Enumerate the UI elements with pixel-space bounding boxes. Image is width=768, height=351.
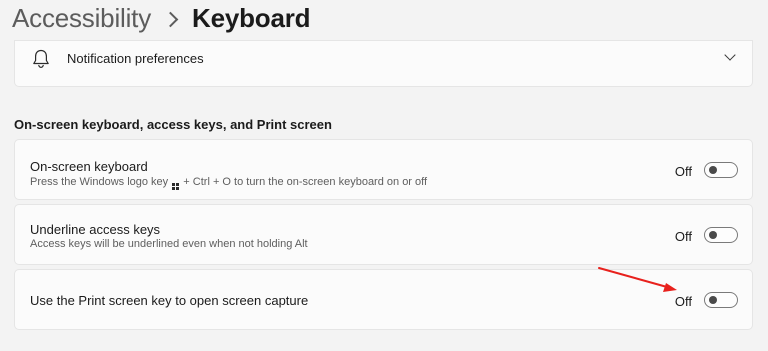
- on-screen-keyboard-toggle[interactable]: [704, 162, 738, 178]
- notification-preferences-card[interactable]: Notification preferences: [14, 40, 753, 87]
- toggle-knob: [709, 166, 717, 174]
- breadcrumb-parent-link[interactable]: Accessibility: [12, 3, 151, 34]
- toggle-state-label: Off: [674, 229, 692, 244]
- chevron-down-icon[interactable]: [724, 49, 736, 61]
- setting-title: On-screen keyboard: [30, 159, 148, 174]
- print-screen-setting[interactable]: Use the Print screen key to open screen …: [14, 269, 753, 330]
- bell-icon: [33, 49, 49, 69]
- setting-description: Press the Windows logo key + Ctrl + O to…: [30, 176, 427, 190]
- chevron-right-icon: [162, 11, 179, 27]
- notification-preferences-label: Notification preferences: [67, 51, 204, 66]
- toggle-knob: [709, 296, 717, 304]
- breadcrumb: Accessibility Keyboard: [12, 0, 311, 36]
- on-screen-keyboard-setting[interactable]: On-screen keyboard Press the Windows log…: [14, 139, 753, 200]
- page-title: Keyboard: [192, 2, 311, 33]
- description-text-after: + Ctrl + O to turn the on-screen keyboar…: [183, 176, 428, 188]
- underline-access-keys-toggle[interactable]: [704, 227, 738, 243]
- section-header: On-screen keyboard, access keys, and Pri…: [14, 117, 332, 132]
- toggle-knob: [709, 231, 717, 239]
- description-text-before: Press the Windows logo key: [30, 176, 169, 188]
- windows-logo-icon: [172, 183, 180, 190]
- underline-access-keys-setting[interactable]: Underline access keys Access keys will b…: [14, 204, 753, 265]
- setting-title: Use the Print screen key to open screen …: [30, 293, 309, 308]
- setting-description: Access keys will be underlined even when…: [30, 238, 308, 250]
- print-screen-toggle[interactable]: [704, 292, 738, 308]
- toggle-state-label: Off: [674, 164, 692, 179]
- toggle-state-label: Off: [674, 294, 692, 309]
- setting-title: Underline access keys: [30, 222, 161, 237]
